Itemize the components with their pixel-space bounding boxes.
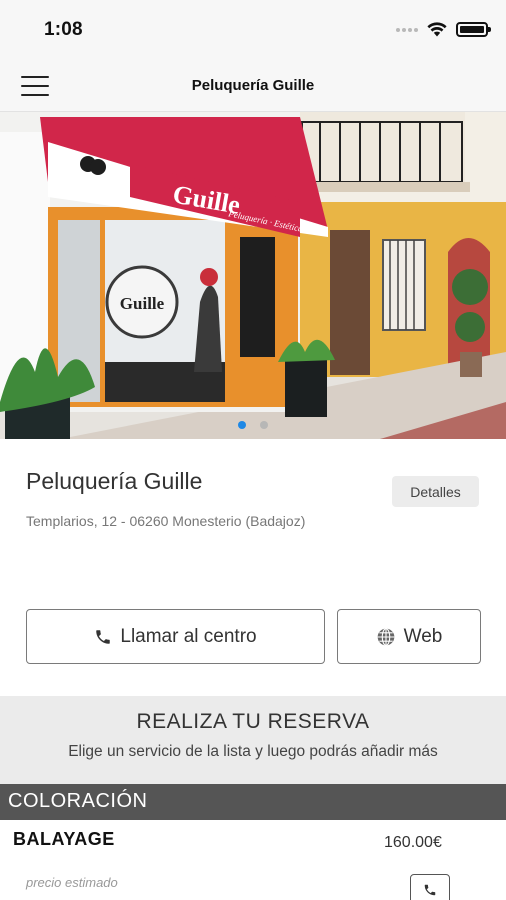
status-icons — [396, 22, 491, 37]
reservation-subtitle: Elige un servicio de la lista y luego po… — [68, 743, 438, 760]
web-label: Web — [403, 625, 443, 647]
call-center-label: Llamar al centro — [120, 625, 257, 647]
service-price-note: precio estimado — [26, 875, 118, 890]
globe-icon — [377, 627, 394, 646]
service-price: 160.00€ — [384, 834, 442, 851]
logo-text: Guille — [120, 294, 165, 313]
carousel-dot-active[interactable] — [238, 421, 246, 429]
details-button[interactable]: Detalles — [392, 476, 479, 507]
hero-image-carousel[interactable]: Guille Guille Peluquería · Estética — [0, 112, 506, 439]
web-button[interactable]: Web — [337, 609, 481, 664]
call-center-button[interactable]: Llamar al centro — [26, 609, 325, 664]
category-label: COLORACIÓN — [8, 790, 148, 812]
carousel-dot[interactable] — [260, 421, 268, 429]
app-header: Peluquería Guille — [0, 62, 506, 112]
status-bar: 1:08 — [0, 0, 506, 62]
phone-icon — [96, 629, 111, 644]
carousel-indicators — [0, 421, 506, 429]
reservation-section: REALIZA TU RESERVA Elige un servicio de … — [0, 696, 506, 784]
service-name[interactable]: BALAYAGE — [13, 829, 115, 850]
signal-icon — [396, 27, 418, 32]
status-time: 1:08 — [44, 19, 83, 40]
service-call-button[interactable] — [410, 874, 450, 900]
page-title: Peluquería Guille — [191, 77, 315, 94]
phone-icon — [424, 884, 436, 896]
battery-icon — [456, 22, 491, 37]
reservation-title: REALIZA TU RESERVA — [136, 710, 370, 733]
salon-address: Templarios, 12 - 06260 Monesterio (Badaj… — [26, 513, 306, 529]
category-header[interactable]: COLORACIÓN — [0, 784, 506, 820]
storefront-photo: Guille Guille Peluquería · Estética — [0, 112, 506, 439]
wifi-icon — [427, 22, 447, 37]
salon-name: Peluquería Guille — [26, 468, 203, 494]
